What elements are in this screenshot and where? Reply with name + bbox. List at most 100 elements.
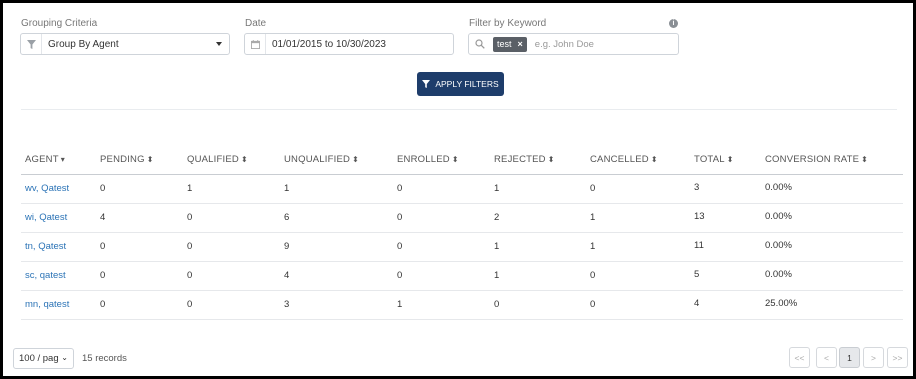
page-1-button[interactable]: 1 (839, 347, 860, 368)
keyword-filter-input[interactable]: test × e.g. John Doe (468, 33, 679, 55)
cell-cancelled: 0 (586, 261, 690, 290)
header-label: UNQUALIFIED (284, 154, 350, 165)
sort-icon: ⬍ (147, 155, 154, 164)
sort-icon: ⬍ (651, 155, 658, 164)
cell-unqualified: 1 (280, 174, 393, 203)
date-range-input[interactable]: 01/01/2015 to 10/30/2023 (244, 33, 454, 55)
table-row: mn, qatest 0 0 3 1 0 0 4 25.00% (21, 290, 903, 319)
keyword-placeholder: e.g. John Doe (535, 39, 594, 50)
cell-pending: 0 (96, 290, 183, 319)
column-header-conversion-rate[interactable]: CONVERSION RATE⬍ (761, 146, 903, 174)
keyword-label: Filter by Keyword (469, 18, 546, 29)
table-row: wv, Qatest 0 1 1 0 1 0 3 0.00% (21, 174, 903, 203)
cell-pending: 4 (96, 203, 183, 232)
grouping-criteria-select[interactable]: Group By Agent (20, 33, 230, 55)
divider (21, 109, 897, 110)
cell-rejected: 2 (490, 203, 586, 232)
table-header-row: AGENT▾ PENDING⬍ QUALIFIED⬍ UNQUALIFIED⬍ … (21, 146, 903, 174)
column-header-unqualified[interactable]: UNQUALIFIED⬍ (280, 146, 393, 174)
info-icon[interactable]: i (669, 19, 678, 28)
chevron-down-icon: ⌄ (61, 353, 68, 362)
agent-link[interactable]: tn, Qatest (21, 232, 96, 261)
cell-unqualified: 9 (280, 232, 393, 261)
header-label: ENROLLED (397, 154, 450, 165)
cell-enrolled: 0 (393, 261, 490, 290)
sort-icon: ⬍ (352, 155, 359, 164)
cell-cancelled: 0 (586, 174, 690, 203)
keyword-tag: test × (493, 37, 527, 52)
sort-icon: ⬍ (548, 155, 555, 164)
column-header-agent[interactable]: AGENT▾ (21, 146, 96, 174)
next-page-button[interactable]: > (863, 347, 884, 368)
cell-enrolled: 1 (393, 290, 490, 319)
cell-cancelled: 1 (586, 203, 690, 232)
column-header-pending[interactable]: PENDING⬍ (96, 146, 183, 174)
sort-icon: ⬍ (241, 155, 248, 164)
cell-conversion-rate: 0.00% (761, 203, 903, 232)
cell-total: 13 (690, 203, 761, 232)
column-header-cancelled[interactable]: CANCELLED⬍ (586, 146, 690, 174)
agent-link[interactable]: wi, Qatest (21, 203, 96, 232)
apply-filters-button[interactable]: APPLY FILTERS (417, 72, 504, 96)
table-row: tn, Qatest 0 0 9 0 1 1 11 0.00% (21, 232, 903, 261)
sort-icon: ⬍ (727, 155, 734, 164)
filter-icon (422, 80, 430, 88)
prev-page-button[interactable]: < (816, 347, 837, 368)
cell-cancelled: 1 (586, 232, 690, 261)
keyword-tag-label: test (497, 39, 512, 49)
cell-total: 3 (690, 174, 761, 203)
cell-rejected: 1 (490, 174, 586, 203)
table-row: sc, qatest 0 0 4 0 1 0 5 0.00% (21, 261, 903, 290)
column-header-total[interactable]: TOTAL⬍ (690, 146, 761, 174)
agent-link[interactable]: mn, qatest (21, 290, 96, 319)
table-row: wi, Qatest 4 0 6 0 2 1 13 0.00% (21, 203, 903, 232)
header-label: CONVERSION RATE (765, 154, 859, 165)
header-label: AGENT (25, 154, 59, 165)
agent-report-table: AGENT▾ PENDING⬍ QUALIFIED⬍ UNQUALIFIED⬍ … (21, 146, 903, 320)
cell-enrolled: 0 (393, 232, 490, 261)
header-label: QUALIFIED (187, 154, 239, 165)
column-header-enrolled[interactable]: ENROLLED⬍ (393, 146, 490, 174)
cell-qualified: 1 (183, 174, 280, 203)
cell-rejected: 1 (490, 232, 586, 261)
first-page-button[interactable]: << (789, 347, 810, 368)
header-label: REJECTED (494, 154, 546, 165)
calendar-icon (245, 34, 266, 54)
page-size-select[interactable]: 100 / pag ⌄ (13, 348, 74, 369)
agent-link[interactable]: sc, qatest (21, 261, 96, 290)
report-panel: Grouping Criteria Group By Agent Date 01… (0, 0, 916, 379)
cell-total: 4 (690, 290, 761, 319)
cell-qualified: 0 (183, 203, 280, 232)
grouping-criteria-label: Grouping Criteria (21, 18, 97, 29)
header-label: CANCELLED (590, 154, 649, 165)
cell-total: 11 (690, 232, 761, 261)
cell-unqualified: 6 (280, 203, 393, 232)
cell-conversion-rate: 0.00% (761, 232, 903, 261)
cell-enrolled: 0 (393, 203, 490, 232)
agent-link[interactable]: wv, Qatest (21, 174, 96, 203)
cell-unqualified: 4 (280, 261, 393, 290)
cell-conversion-rate: 25.00% (761, 290, 903, 319)
cell-conversion-rate: 0.00% (761, 261, 903, 290)
filter-icon (21, 34, 42, 54)
grouping-criteria-value: Group By Agent (42, 39, 119, 50)
cell-qualified: 0 (183, 261, 280, 290)
column-header-qualified[interactable]: QUALIFIED⬍ (183, 146, 280, 174)
search-icon (469, 34, 490, 54)
cell-qualified: 0 (183, 232, 280, 261)
cell-total: 5 (690, 261, 761, 290)
last-page-button[interactable]: >> (887, 347, 908, 368)
cell-conversion-rate: 0.00% (761, 174, 903, 203)
sort-desc-icon: ▾ (61, 155, 65, 164)
cell-rejected: 1 (490, 261, 586, 290)
column-header-rejected[interactable]: REJECTED⬍ (490, 146, 586, 174)
sort-icon: ⬍ (452, 155, 459, 164)
header-label: PENDING (100, 154, 145, 165)
caret-down-icon (216, 42, 222, 46)
remove-tag-icon[interactable]: × (518, 39, 523, 49)
cell-pending: 0 (96, 261, 183, 290)
cell-unqualified: 3 (280, 290, 393, 319)
header-label: TOTAL (694, 154, 725, 165)
cell-cancelled: 0 (586, 290, 690, 319)
cell-enrolled: 0 (393, 174, 490, 203)
